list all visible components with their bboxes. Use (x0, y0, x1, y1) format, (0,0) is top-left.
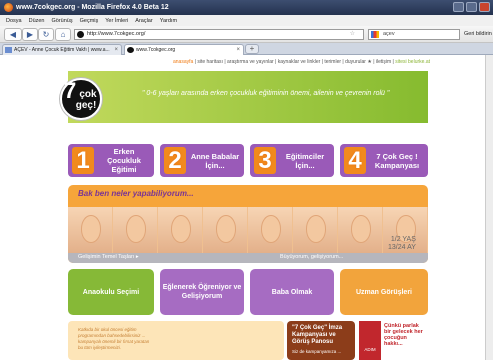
bottom-left-promo[interactable]: Katkıda bir okul öncesi eğitim programın… (68, 321, 284, 360)
adim-text: Çünkü parlak bir gelecek her çocuğun hak… (384, 323, 423, 347)
page-content: anasayfa | site haritası | araştırma ve … (0, 55, 485, 360)
banner-left-caption[interactable]: Gelişimin Temel Taşları ▸ (78, 254, 139, 260)
button-number: 4 (344, 147, 366, 174)
tab-label: AÇEV - Anne Çocuk Eğitim Vakfı | www.a..… (14, 47, 110, 53)
menu-gorunus[interactable]: Görünüş (52, 18, 73, 24)
baby-photos (68, 207, 428, 253)
baby-photo (158, 207, 203, 253)
maximize-button[interactable] (466, 2, 477, 12)
top-links[interactable]: anasayfa | site haritası | araştırma ve … (95, 59, 430, 65)
menu-dosya[interactable]: Dosya (6, 18, 22, 24)
baby-photo (338, 207, 383, 253)
reload-button[interactable]: ↻ (38, 28, 54, 41)
tab-7cokgec[interactable]: www.7cokgec.org × (124, 44, 244, 55)
development-banner[interactable]: Bak ben neler yapabiliyorum... 1/2 YAŞ 1… (68, 185, 428, 263)
button-label: 7 Çok Geç ! Kampanyası (374, 151, 420, 170)
adim-box[interactable]: ADIM Çünkü parlak bir gelecek her çocuğu… (359, 321, 427, 360)
baby-photo (203, 207, 248, 253)
menu-araclar[interactable]: Araçlar (135, 18, 152, 24)
slogan-text: " 0-6 yaşları arasında erken çocukluk eğ… (142, 90, 390, 97)
google-icon (371, 31, 379, 38)
main-button-4[interactable]: 4 7 Çok Geç ! Kampanyası (340, 144, 428, 177)
forward-button[interactable]: ▶ (22, 28, 38, 41)
button-number: 1 (72, 147, 94, 174)
tab-favicon-icon (5, 47, 12, 53)
tile-eglenerek[interactable]: Eğlenerek Öğreniyor ve Gelişiyorum (160, 269, 244, 315)
navigation-toolbar: ◀ ▶ ↻ ⌂ http://www.7cokgec.org/ ☆ açev G… (0, 26, 493, 43)
logo-line2: geç! (75, 100, 97, 111)
tab-label: www.7cokgec.org (136, 47, 176, 53)
campaign-sub: Siz de kampanyamıza ... (292, 349, 342, 354)
promo-text: Katkıda bir okul öncesi eğitim programın… (78, 327, 150, 350)
home-button[interactable]: ⌂ (55, 28, 71, 41)
new-tab-button[interactable]: + (245, 44, 259, 54)
campaign-box[interactable]: "7 Çok Geç" İmza Kampanyası ve Görüş Pan… (287, 321, 355, 360)
button-number: 3 (254, 147, 276, 174)
link-sitesi[interactable]: sitesi belurke.at (395, 59, 430, 65)
window-title: www.7cokgec.org - Mozilla Firefox 4.0 Be… (16, 4, 169, 11)
top-links-middle[interactable]: | site haritası | araştırma ve yayınlar … (193, 59, 395, 65)
tab-close-icon[interactable]: × (236, 45, 240, 55)
tab-strip: AÇEV - Anne Çocuk Eğitim Vakfı | www.a..… (0, 43, 493, 55)
bookmark-star-icon[interactable]: ☆ (350, 30, 355, 39)
main-button-1[interactable]: 1 Erken Çocukluk Eğitimi (68, 144, 154, 177)
search-box[interactable]: açev (368, 29, 460, 40)
link-anasayfa[interactable]: anasayfa (173, 59, 193, 65)
tab-favicon-icon (127, 47, 134, 53)
logo-number: 7 (64, 78, 77, 103)
banner-right-caption: Büyüyorum, gelişiyorum... (280, 254, 344, 260)
back-button[interactable]: ◀ (4, 28, 22, 41)
baby-photo (113, 207, 158, 253)
logo-line1: çok (79, 89, 97, 100)
baby-photo (248, 207, 293, 253)
menu-duzen[interactable]: Düzen (29, 18, 45, 24)
button-label: Eğitimciler İçin... (285, 151, 325, 170)
tile-baba[interactable]: Baba Olmak (250, 269, 334, 315)
button-label: Anne Babalar İçin... (190, 151, 240, 170)
banner-title: Bak ben neler yapabiliyorum... (78, 189, 194, 198)
main-button-2[interactable]: 2 Anne Babalar İçin... (160, 144, 244, 177)
search-text: açev (383, 31, 395, 37)
firefox-logo-icon (4, 3, 13, 12)
tile-uzman[interactable]: Uzman Görüşleri (340, 269, 428, 315)
main-button-3[interactable]: 3 Eğitimciler İçin... (250, 144, 334, 177)
close-button[interactable] (479, 2, 490, 12)
age-label: 1/2 YAŞ 13/24 AY (388, 236, 416, 251)
tab-close-icon[interactable]: × (114, 45, 118, 55)
vertical-scrollbar[interactable] (485, 55, 493, 360)
minimize-button[interactable] (453, 2, 464, 12)
menu-yer-imleri[interactable]: Yer İmleri (105, 18, 128, 24)
adim-logo: ADIM (359, 321, 381, 360)
menu-gecmis[interactable]: Geçmiş (80, 18, 99, 24)
button-number: 2 (164, 147, 186, 174)
site-logo[interactable]: 7 çok geç! (60, 78, 102, 120)
baby-photo (68, 207, 113, 253)
campaign-title: "7 Çok Geç" İmza Kampanyası ve Görüş Pan… (292, 325, 343, 345)
button-label: Erken Çocukluk Eğitimi (107, 147, 141, 174)
window-titlebar: www.7cokgec.org - Mozilla Firefox 4.0 Be… (0, 0, 493, 15)
address-bar[interactable]: http://www.7cokgec.org/ ☆ (74, 29, 364, 40)
site-favicon-icon (77, 31, 84, 38)
menu-bar: Dosya Düzen Görünüş Geçmiş Yer İmleri Ar… (0, 15, 493, 26)
address-url: http://www.7cokgec.org/ (87, 31, 146, 37)
feedback-button[interactable]: Geri bildirin (464, 29, 492, 40)
menu-yardim[interactable]: Yardım (160, 18, 177, 24)
header-banner: " 0-6 yaşları arasında erken çocukluk eğ… (68, 71, 428, 123)
banner-footer: Gelişimin Temel Taşları ▸ Büyüyorum, gel… (68, 253, 428, 263)
baby-photo (293, 207, 338, 253)
tab-acev[interactable]: AÇEV - Anne Çocuk Eğitim Vakfı | www.a..… (2, 44, 122, 55)
tile-anaokulu[interactable]: Anaokulu Seçimi (68, 269, 154, 315)
